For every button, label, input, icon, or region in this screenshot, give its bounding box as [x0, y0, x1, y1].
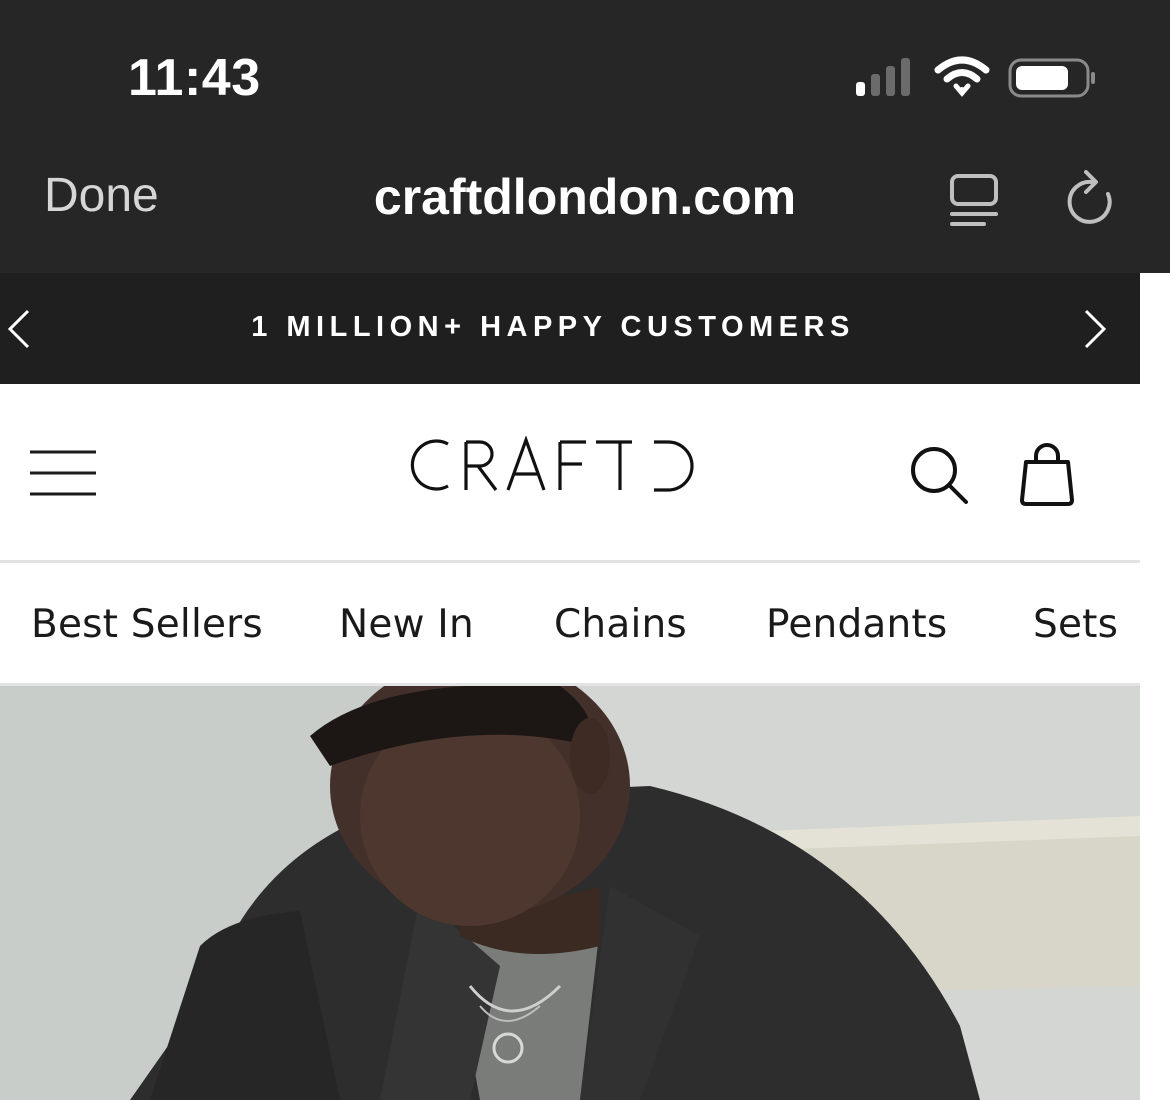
category-nav: Best Sellers New In Chains Pendants Sets — [0, 562, 1140, 683]
category-sets[interactable]: Sets — [1033, 602, 1118, 647]
page-edge — [1140, 273, 1170, 1100]
category-pendants[interactable]: Pendants — [766, 602, 947, 647]
category-best-sellers[interactable]: Best Sellers — [31, 602, 263, 647]
browser-chrome: 11:43 Done craftdlondon.com — [0, 0, 1170, 273]
craftd-logo[interactable] — [410, 436, 700, 496]
hamburger-menu-icon[interactable] — [30, 450, 96, 496]
done-button[interactable]: Done — [44, 168, 159, 223]
shopping-bag-icon[interactable] — [1016, 440, 1078, 506]
announcement-text: 1 MILLION+ HAPPY CUSTOMERS — [251, 311, 855, 343]
category-chains[interactable]: Chains — [554, 602, 687, 647]
wifi-icon — [934, 56, 990, 97]
reload-icon[interactable] — [1062, 168, 1122, 232]
web-page: 1 MILLION+ HAPPY CUSTOMERS Best Sellers … — [0, 273, 1140, 1100]
status-icons — [856, 56, 1095, 98]
announcement-bar: 1 MILLION+ HAPPY CUSTOMERS — [0, 273, 1140, 384]
category-new-in[interactable]: New In — [339, 602, 474, 647]
battery-icon — [1008, 58, 1095, 98]
status-time: 11:43 — [128, 49, 261, 107]
chevron-right-icon[interactable] — [1080, 307, 1110, 351]
cellular-signal-icon — [856, 58, 910, 96]
site-header — [0, 384, 1140, 563]
search-icon[interactable] — [908, 444, 970, 506]
url-text[interactable]: craftdlondon.com — [300, 168, 870, 226]
reader-view-icon[interactable] — [944, 170, 1004, 230]
hero-image[interactable] — [0, 686, 1140, 1100]
